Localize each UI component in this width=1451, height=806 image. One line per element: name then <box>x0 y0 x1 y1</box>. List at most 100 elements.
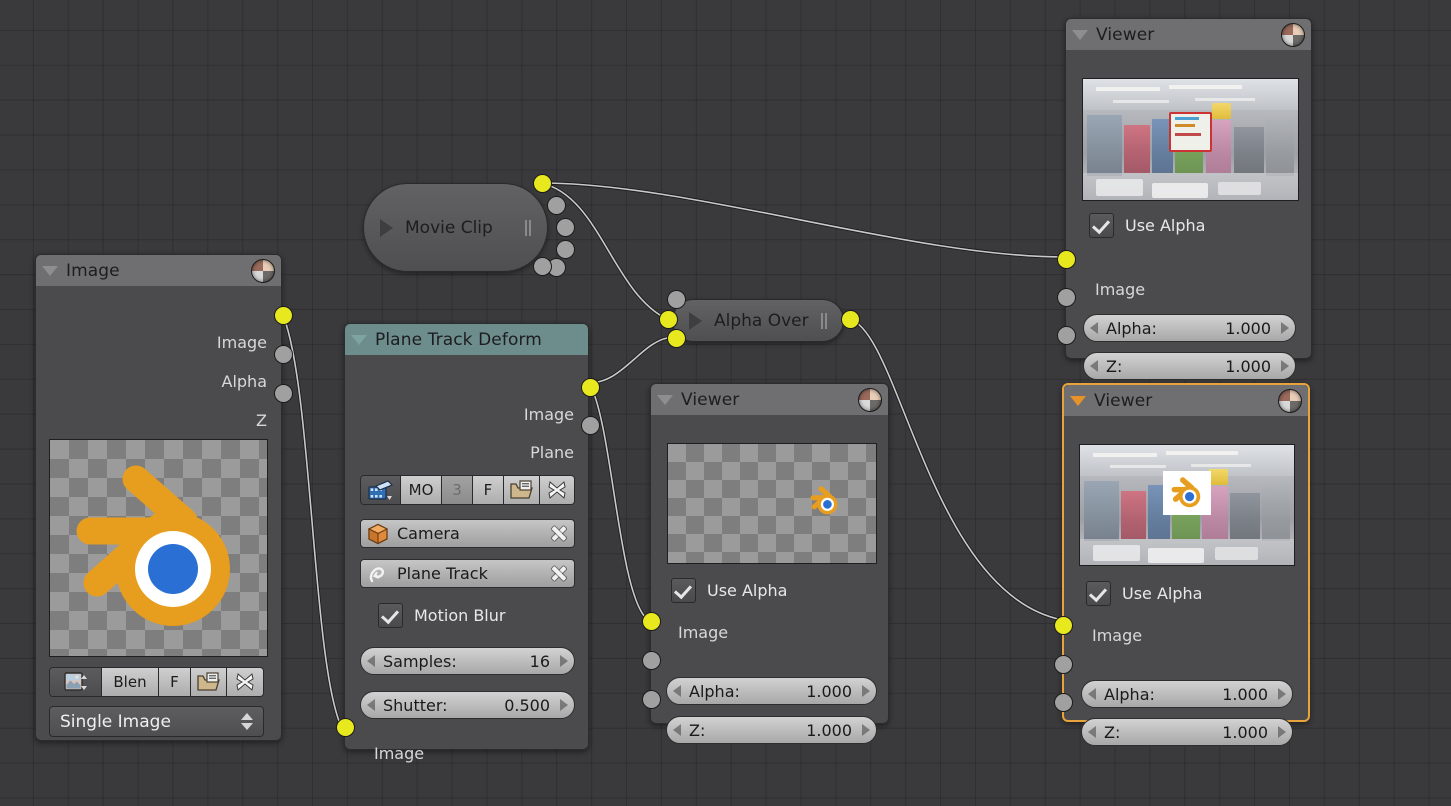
decrement-arrow-icon[interactable] <box>1090 322 1098 334</box>
ptd-motion-blur-row[interactable]: Motion Blur <box>378 603 505 628</box>
image-unlink-button[interactable] <box>227 668 263 696</box>
viewer-top-use-alpha-checkbox[interactable] <box>1089 213 1114 238</box>
socket-viewer-top-in-alpha[interactable] <box>1057 288 1076 307</box>
ptd-samples-slider[interactable]: Samples: 16 <box>360 647 575 675</box>
node-plane-track-deform[interactable]: Plane Track Deform Image Plane <box>344 323 589 750</box>
triangle-right-icon[interactable] <box>380 219 393 237</box>
node-collapse-grip[interactable] <box>525 220 531 236</box>
socket-movieclip-out-offsetx[interactable] <box>556 218 575 237</box>
node-viewer-top[interactable]: Viewer <box>1065 18 1312 359</box>
decrement-arrow-icon[interactable] <box>367 655 375 667</box>
node-image-header[interactable]: Image <box>36 255 281 286</box>
ptd-clip-fake-user[interactable]: F <box>473 476 504 504</box>
viewer-middle-z-slider[interactable]: Z: 1.000 <box>666 716 877 744</box>
node-viewer-bottom-header[interactable]: Viewer <box>1064 385 1308 416</box>
triangle-down-icon[interactable] <box>42 266 58 276</box>
triangle-down-icon[interactable] <box>1072 30 1088 40</box>
viewer-bottom-use-alpha-checkbox[interactable] <box>1086 581 1111 606</box>
node-image[interactable]: Image Image Alpha Z <box>35 254 282 741</box>
image-fake-user-button[interactable]: F <box>159 668 191 696</box>
ptd-track-field[interactable]: Plane Track <box>360 559 575 588</box>
viewer-middle-use-alpha-checkbox[interactable] <box>671 578 696 603</box>
socket-ptd-in-image[interactable] <box>336 718 355 737</box>
socket-alphaover-in-image2[interactable] <box>667 329 686 348</box>
increment-arrow-icon[interactable] <box>1281 322 1289 334</box>
viewer-top-use-alpha-row[interactable]: Use Alpha <box>1089 213 1205 238</box>
ptd-object-field[interactable]: Camera <box>360 519 575 548</box>
ptd-object-unlink-icon[interactable] <box>549 524 568 543</box>
node-alpha-over[interactable]: Alpha Over <box>672 299 844 342</box>
socket-viewer-bottom-in-z[interactable] <box>1054 693 1073 712</box>
viewer-top-alpha-slider[interactable]: Alpha: 1.000 <box>1083 314 1296 342</box>
increment-arrow-icon[interactable] <box>862 724 870 736</box>
socket-viewer-top-in-z[interactable] <box>1057 326 1076 345</box>
socket-alphaover-out-image[interactable] <box>841 310 860 329</box>
socket-ptd-out-plane[interactable] <box>581 416 600 435</box>
viewer-middle-alpha-slider[interactable]: Alpha: 1.000 <box>666 677 877 705</box>
decrement-arrow-icon[interactable] <box>1088 726 1096 738</box>
ptd-clip-users[interactable]: 3 <box>442 476 473 504</box>
movieclip-datablock-icon[interactable] <box>361 476 401 504</box>
ptd-shutter-slider[interactable]: Shutter: 0.500 <box>360 691 575 719</box>
viewer-bottom-z-slider[interactable]: Z: 1.000 <box>1081 718 1293 746</box>
socket-viewer-bottom-in-image[interactable] <box>1054 616 1073 635</box>
viewer-top-z-slider[interactable]: Z: 1.000 <box>1083 352 1296 380</box>
image-source-dropdown[interactable]: Single Image <box>49 706 264 737</box>
socket-movieclip-out-offsety[interactable] <box>556 240 575 259</box>
ptd-clip-name[interactable]: MO <box>401 476 442 504</box>
socket-alphaover-in-fac[interactable] <box>667 290 686 309</box>
socket-viewer-middle-in-image[interactable] <box>642 612 661 631</box>
socket-viewer-bottom-in-alpha[interactable] <box>1054 655 1073 674</box>
triangle-down-icon[interactable] <box>351 335 367 345</box>
node-collapse-grip[interactable] <box>821 313 827 329</box>
node-viewer-middle-header[interactable]: Viewer <box>651 384 888 415</box>
socket-alphaover-in-image1[interactable] <box>659 310 678 329</box>
image-datablock-toolbar[interactable]: Blen F <box>49 667 264 697</box>
viewer-bottom-alpha-slider[interactable]: Alpha: 1.000 <box>1081 680 1293 708</box>
node-editor-canvas[interactable]: Image Image Alpha Z <box>0 0 1451 806</box>
socket-viewer-middle-in-z[interactable] <box>642 690 661 709</box>
chevron-updown-icon[interactable] <box>241 713 253 730</box>
image-datablock-name[interactable]: Blen <box>102 668 159 696</box>
image-datablock-icon[interactable] <box>50 668 102 696</box>
ptd-motion-blur-checkbox[interactable] <box>378 603 403 628</box>
node-movie-clip[interactable]: Movie Clip <box>363 183 548 272</box>
viewer-middle-use-alpha-row[interactable]: Use Alpha <box>671 578 787 603</box>
color-wheel-icon[interactable] <box>251 259 275 283</box>
node-viewer-top-header[interactable]: Viewer <box>1066 19 1311 50</box>
socket-image-out-alpha[interactable] <box>274 345 293 364</box>
increment-arrow-icon[interactable] <box>1278 726 1286 738</box>
increment-arrow-icon[interactable] <box>862 685 870 697</box>
triangle-right-icon[interactable] <box>689 312 702 330</box>
socket-image-out-z[interactable] <box>274 384 293 403</box>
socket-image-out-image[interactable] <box>274 306 293 325</box>
viewer-bottom-use-alpha-row[interactable]: Use Alpha <box>1086 581 1202 606</box>
increment-arrow-icon[interactable] <box>560 699 568 711</box>
increment-arrow-icon[interactable] <box>1281 360 1289 372</box>
decrement-arrow-icon[interactable] <box>1090 360 1098 372</box>
decrement-arrow-icon[interactable] <box>673 685 681 697</box>
decrement-arrow-icon[interactable] <box>367 699 375 711</box>
node-plane-track-deform-header[interactable]: Plane Track Deform <box>345 324 588 355</box>
ptd-track-unlink-icon[interactable] <box>549 564 568 583</box>
decrement-arrow-icon[interactable] <box>1088 688 1096 700</box>
socket-movieclip-out-image[interactable] <box>533 174 552 193</box>
open-file-icon[interactable] <box>504 476 540 504</box>
decrement-arrow-icon[interactable] <box>673 724 681 736</box>
socket-viewer-top-in-image[interactable] <box>1057 250 1076 269</box>
socket-viewer-middle-in-alpha[interactable] <box>642 651 661 670</box>
socket-movieclip-out-alpha[interactable] <box>547 196 566 215</box>
socket-movieclip-out-angle[interactable] <box>533 257 552 276</box>
node-viewer-bottom[interactable]: Viewer <box>1062 383 1310 722</box>
color-wheel-icon[interactable] <box>1281 23 1305 47</box>
ptd-clip-toolbar[interactable]: MO 3 F <box>360 475 575 505</box>
ptd-clip-unlink-button[interactable] <box>540 476 574 504</box>
triangle-down-icon[interactable] <box>657 395 673 405</box>
socket-ptd-out-image[interactable] <box>581 378 600 397</box>
open-file-icon[interactable] <box>191 668 227 696</box>
increment-arrow-icon[interactable] <box>560 655 568 667</box>
increment-arrow-icon[interactable] <box>1278 688 1286 700</box>
triangle-down-icon[interactable] <box>1070 396 1086 406</box>
color-wheel-icon[interactable] <box>1278 389 1302 413</box>
color-wheel-icon[interactable] <box>858 388 882 412</box>
